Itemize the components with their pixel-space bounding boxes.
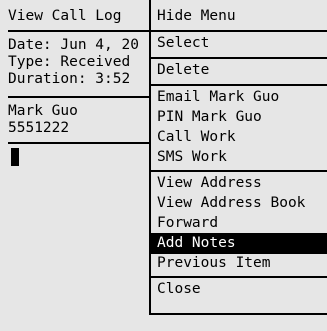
contact-name[interactable]: Mark Guo — [8, 103, 78, 120]
title-divider — [8, 30, 155, 32]
menu-item-email-mark-guo[interactable]: Email Mark Guo — [151, 87, 327, 108]
contact-divider — [8, 142, 155, 144]
menu-separator — [151, 276, 327, 278]
call-details: Date: Jun 4, 20 Type: Received Duration:… — [8, 37, 139, 88]
details-divider — [8, 96, 155, 98]
menu-item-add-notes[interactable]: Add Notes — [151, 233, 327, 254]
menu-item-call-work[interactable]: Call Work — [151, 127, 327, 148]
menu-item-delete[interactable]: Delete — [151, 60, 327, 81]
call-duration: Duration: 3:52 — [8, 71, 131, 87]
notes-cursor[interactable] — [11, 148, 19, 166]
call-log-screen: View Call Log Date: Jun 4, 20 Type: Rece… — [0, 0, 155, 331]
context-menu: Hide Menu Select Delete Email Mark Guo P… — [149, 0, 327, 315]
menu-item-view-address-book[interactable]: View Address Book — [151, 193, 327, 214]
screen-title: View Call Log — [8, 8, 122, 24]
menu-separator — [151, 170, 327, 172]
contact-info: Mark Guo 5551222 — [8, 103, 78, 137]
menu-item-forward[interactable]: Forward — [151, 213, 327, 234]
menu-item-previous-item[interactable]: Previous Item — [151, 253, 327, 274]
menu-item-pin-mark-guo[interactable]: PIN Mark Guo — [151, 107, 327, 128]
menu-separator — [151, 30, 327, 32]
menu-item-hide-menu[interactable]: Hide Menu — [151, 6, 327, 27]
phone-number[interactable]: 5551222 — [8, 120, 78, 137]
menu-item-select[interactable]: Select — [151, 33, 327, 54]
call-type: Type: Received — [8, 54, 131, 70]
menu-separator — [151, 84, 327, 86]
menu-item-sms-work[interactable]: SMS Work — [151, 147, 327, 168]
menu-item-view-address[interactable]: View Address — [151, 173, 327, 194]
call-date: Date: Jun 4, 20 — [8, 37, 139, 53]
menu-separator — [151, 57, 327, 59]
menu-item-close[interactable]: Close — [151, 279, 327, 300]
